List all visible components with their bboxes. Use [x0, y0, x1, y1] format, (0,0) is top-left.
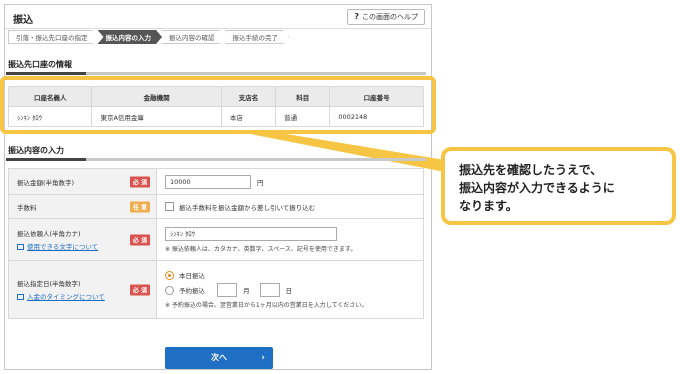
- month-unit: 月: [243, 287, 250, 295]
- required-badge: 必 須: [129, 176, 150, 187]
- account-section-divider: [6, 72, 426, 75]
- required-badge: 必 須: [129, 234, 150, 245]
- fee-deduct-label: 振込手数料を振込金額から差し引いて振り込む: [179, 203, 316, 212]
- date-label: 振込指定日(半角数字): [17, 280, 81, 288]
- fee-label-cell: 手数料 任 意: [8, 194, 157, 219]
- progress-steps: 引落・振込先口座の指定 振込内容の入力 振込内容の確認 振込手続の完了: [8, 30, 288, 44]
- required-badge: 必 須: [129, 284, 150, 295]
- next-button-label: 次へ: [211, 353, 227, 362]
- external-link-icon: [17, 244, 24, 250]
- amount-value-cell: 10000 円: [156, 168, 424, 195]
- step-confirm: 振込内容の確認: [161, 30, 226, 44]
- amount-input[interactable]: 10000: [165, 174, 251, 189]
- deposit-timing-link-text: 入金のタイミングについて: [27, 293, 105, 301]
- page-title: 振込: [13, 15, 33, 26]
- form-section-title: 振込内容の入力: [8, 146, 64, 155]
- requester-row: 振込依頼人(半角カナ) 使用できる文字について 必 須 ｼﾝｷﾝ ﾀﾛｳ ※ 振…: [8, 218, 424, 261]
- month-input[interactable]: [217, 283, 238, 297]
- highlight-box: [0, 76, 436, 134]
- reserve-transfer-radio[interactable]: [165, 285, 174, 295]
- callout-line-1: 振込先を確認したうえで、: [459, 163, 603, 177]
- step-complete: 振込手続の完了: [225, 30, 290, 44]
- account-section-title: 振込先口座の情報: [8, 60, 72, 69]
- step-select-account: 引落・振込先口座の指定: [8, 30, 99, 44]
- date-label-cell: 振込指定日(半角数字) 入金のタイミングについて 必 須: [8, 260, 157, 319]
- date-value-cell: 本日振込 予約振込 月 日 ※ 予約振込の場合、翌営業日から1ヶ月以内の営業日を…: [156, 260, 424, 319]
- optional-badge: 任 意: [129, 201, 150, 212]
- date-row: 振込指定日(半角数字) 入金のタイミングについて 必 須 本日振込 予約振込 月…: [8, 260, 424, 319]
- transfer-form: 振込金額(半角数字) 必 須 10000 円 手数料 任 意 振込手数料を振込金額…: [8, 168, 424, 319]
- date-note: ※ 予約振込の場合、翌営業日から1ヶ月以内の営業日を入力してください。: [165, 302, 368, 309]
- fee-row: 手数料 任 意 振込手数料を振込金額から差し引いて振り込む: [8, 194, 424, 219]
- requester-label-cell: 振込依頼人(半角カナ) 使用できる文字について 必 須: [8, 218, 157, 261]
- requester-input[interactable]: ｼﾝｷﾝ ﾀﾛｳ: [165, 226, 337, 241]
- fee-label: 手数料: [17, 203, 37, 212]
- chevron-right-icon: ›: [261, 353, 265, 363]
- callout-line-3: なります。: [459, 199, 518, 213]
- today-transfer-label: 本日振込: [179, 272, 205, 280]
- page-header: 振込 ? この画面のヘルプ: [5, 5, 431, 29]
- external-link-icon: [17, 294, 24, 300]
- form-section-divider: [6, 158, 426, 161]
- requester-note: ※ 振込依頼人は、カタカナ、英数字、スペース、記号を使用できます。: [165, 245, 357, 253]
- reserve-transfer-label: 予約振込: [179, 287, 205, 295]
- today-transfer-radio[interactable]: [165, 270, 174, 280]
- amount-label-cell: 振込金額(半角数字) 必 須: [8, 168, 157, 195]
- amount-row: 振込金額(半角数字) 必 須 10000 円: [8, 168, 424, 195]
- step-input-details: 振込内容の入力: [98, 30, 163, 44]
- help-icon: ?: [354, 12, 359, 21]
- amount-label: 振込金額(半角数字): [17, 178, 75, 187]
- amount-unit: 円: [257, 178, 264, 187]
- day-unit: 日: [285, 287, 293, 295]
- usable-characters-link[interactable]: 使用できる文字について: [17, 241, 98, 251]
- usable-characters-link-text: 使用できる文字について: [27, 243, 99, 251]
- requester-label: 振込依頼人(半角カナ): [17, 230, 81, 238]
- help-label: この画面のヘルプ: [362, 13, 418, 21]
- fee-value-cell: 振込手数料を振込金額から差し引いて振り込む: [156, 194, 424, 219]
- callout-box: 振込先を確認したうえで、 振込内容が入力できるように なります。: [441, 147, 676, 225]
- fee-deduct-checkbox[interactable]: [165, 202, 174, 211]
- requester-value-cell: ｼﾝｷﾝ ﾀﾛｳ ※ 振込依頼人は、カタカナ、英数字、スペース、記号を使用できま…: [156, 218, 424, 261]
- help-button[interactable]: ? この画面のヘルプ: [347, 9, 425, 25]
- deposit-timing-link[interactable]: 入金のタイミングについて: [17, 291, 105, 301]
- next-button[interactable]: 次へ ›: [165, 347, 273, 369]
- day-input[interactable]: [259, 283, 280, 297]
- callout-line-2: 振込内容が入力できるように: [459, 181, 615, 195]
